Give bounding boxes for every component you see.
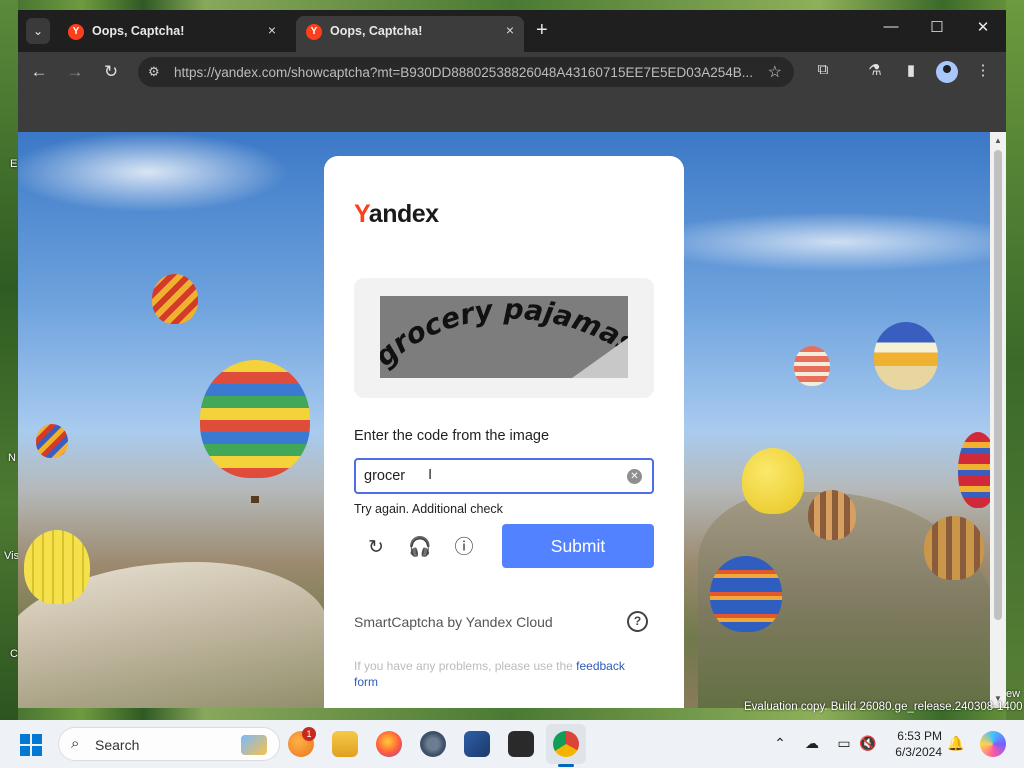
- balloon-image: [742, 448, 804, 514]
- captcha-card: Yandex grocery pajamas Enter the code fr…: [324, 156, 684, 708]
- balloon-image: [36, 424, 68, 458]
- balloon-image: [874, 322, 938, 390]
- captcha-input-value[interactable]: grocer: [364, 468, 405, 484]
- balloon-image: [958, 432, 990, 508]
- bookmarks-bar: [18, 92, 1006, 132]
- problem-note: If you have any problems, please use the…: [354, 658, 644, 690]
- scrollbar-thumb[interactable]: [994, 150, 1002, 620]
- balloon-image: [710, 556, 782, 632]
- bookmark-star-icon[interactable]: ☆: [768, 62, 782, 82]
- network-disconnected-icon[interactable]: ☁: [802, 735, 822, 752]
- desktop-wallpaper-right: [1006, 0, 1024, 720]
- clear-input-icon[interactable]: ✕: [627, 469, 642, 484]
- display-icon[interactable]: ▭: [834, 735, 854, 752]
- info-icon[interactable]: ⓘ: [450, 534, 478, 562]
- submit-button[interactable]: Submit: [502, 524, 654, 568]
- yandex-favicon-icon: Y: [306, 24, 322, 40]
- captcha-error-message: Try again. Additional check: [354, 502, 503, 516]
- balloon-image: [808, 490, 856, 540]
- desktop-icon-label: ew: [1006, 688, 1021, 700]
- desktop-wallpaper-left: [0, 0, 18, 720]
- page-scrollbar[interactable]: ▲ ▼: [990, 132, 1006, 708]
- chrome-icon[interactable]: [553, 731, 579, 757]
- url-text[interactable]: https://yandex.com/showcaptcha?mt=B930DD…: [174, 65, 754, 80]
- close-tab-icon[interactable]: ×: [506, 22, 514, 38]
- tab-title: Oops, Captcha!: [330, 24, 423, 38]
- balloon-image: [794, 346, 830, 386]
- balloon-image: [924, 516, 984, 580]
- active-app-indicator: [558, 764, 574, 767]
- file-explorer-icon[interactable]: [332, 731, 358, 757]
- scroll-up-arrow-icon[interactable]: ▲: [994, 136, 1002, 145]
- copilot-icon[interactable]: [980, 731, 1006, 757]
- profile-avatar[interactable]: [936, 61, 958, 83]
- search-icon: ⌕: [71, 735, 80, 752]
- page-viewport: Yandex grocery pajamas Enter the code fr…: [18, 132, 990, 708]
- side-panel-icon[interactable]: ▮: [900, 61, 922, 79]
- start-windows-icon[interactable]: [20, 734, 42, 756]
- clock-date: 6/3/2024: [895, 745, 942, 759]
- audio-captcha-icon[interactable]: 🎧: [406, 534, 434, 562]
- tab-search-button[interactable]: ⌄: [26, 18, 50, 44]
- site-settings-icon[interactable]: ⚙: [148, 64, 160, 80]
- taskbar-clock[interactable]: 6:53 PM 6/3/2024: [884, 728, 942, 760]
- new-tab-button[interactable]: +: [536, 19, 548, 42]
- clock-time: 6:53 PM: [897, 729, 942, 743]
- captcha-image: grocery pajamas: [380, 296, 628, 378]
- taskbar-search[interactable]: ⌕ Search: [58, 727, 280, 761]
- balloon-image: [152, 274, 198, 324]
- virtualbox-icon[interactable]: [464, 731, 490, 757]
- maximize-button[interactable]: ☐: [922, 18, 952, 36]
- captcha-noise-corner: [572, 338, 628, 378]
- desktop-icon-label: Vis: [4, 550, 20, 562]
- reload-icon[interactable]: ↻: [100, 61, 122, 83]
- back-arrow-icon[interactable]: ←: [28, 61, 50, 83]
- notification-bell-icon[interactable]: 🔔: [946, 735, 966, 752]
- extensions-icon[interactable]: ⧉: [812, 61, 834, 78]
- settings-gear-icon[interactable]: [420, 731, 446, 757]
- balloon-image: [200, 360, 310, 478]
- yandex-favicon-icon: Y: [68, 24, 84, 40]
- chevron-down-icon: ⌄: [32, 24, 44, 38]
- close-tab-icon[interactable]: ×: [268, 22, 276, 38]
- captcha-image-container: grocery pajamas: [354, 278, 654, 398]
- yandex-logo: Yandex: [354, 200, 439, 228]
- text-cursor-icon: I: [428, 466, 433, 483]
- refresh-captcha-icon[interactable]: ↻: [362, 534, 390, 562]
- desktop-icon-label: E: [10, 158, 18, 170]
- captcha-provider-label: SmartCaptcha by Yandex Cloud: [354, 614, 553, 630]
- browser-window: ⌄ Y Oops, Captcha! × Y Oops, Captcha! × …: [18, 10, 1006, 708]
- tab-title: Oops, Captcha!: [92, 24, 185, 38]
- help-icon[interactable]: ?: [627, 611, 648, 632]
- labs-flask-icon[interactable]: ⚗: [864, 61, 886, 79]
- more-menu-icon[interactable]: ⋮: [972, 61, 994, 79]
- epic-games-icon[interactable]: [508, 731, 534, 757]
- close-window-button[interactable]: ✕: [968, 18, 998, 36]
- balloon-image: [24, 530, 90, 604]
- minimize-button[interactable]: —: [876, 18, 906, 35]
- desktop-icon-label: C: [10, 648, 18, 660]
- tab-active[interactable]: Y Oops, Captcha! ×: [296, 16, 524, 52]
- volume-muted-icon[interactable]: 🔇: [858, 735, 878, 752]
- evaluation-watermark: Evaluation copy. Build 26080.ge_release.…: [744, 701, 1023, 713]
- firefox-icon[interactable]: [376, 731, 402, 757]
- browser-toolbar: ← → ↻ ⚙ https://yandex.com/showcaptcha?m…: [18, 52, 1006, 92]
- balloon-basket: [251, 496, 259, 503]
- search-highlight-icon: [241, 735, 267, 755]
- address-bar[interactable]: ⚙ https://yandex.com/showcaptcha?mt=B930…: [138, 57, 794, 87]
- show-hidden-icons-chevron-icon[interactable]: ⌃: [770, 735, 790, 752]
- problem-note-text: If you have any problems, please use the: [354, 659, 573, 673]
- tab-inactive[interactable]: Y Oops, Captcha! ×: [58, 16, 286, 52]
- notification-badge: 1: [302, 727, 316, 741]
- captcha-prompt: Enter the code from the image: [354, 428, 550, 444]
- captcha-code-input[interactable]: grocer I ✕: [354, 458, 654, 494]
- taskbar: ⌕ Search 1 ⌃ ☁ ▭ 🔇 6:53 PM 6/3/2024 🔔: [0, 720, 1024, 768]
- tab-bar: ⌄ Y Oops, Captcha! × Y Oops, Captcha! × …: [18, 10, 1006, 52]
- search-placeholder: Search: [95, 737, 140, 753]
- forward-arrow-icon[interactable]: →: [64, 61, 86, 83]
- desktop-icon-label: N: [8, 452, 16, 464]
